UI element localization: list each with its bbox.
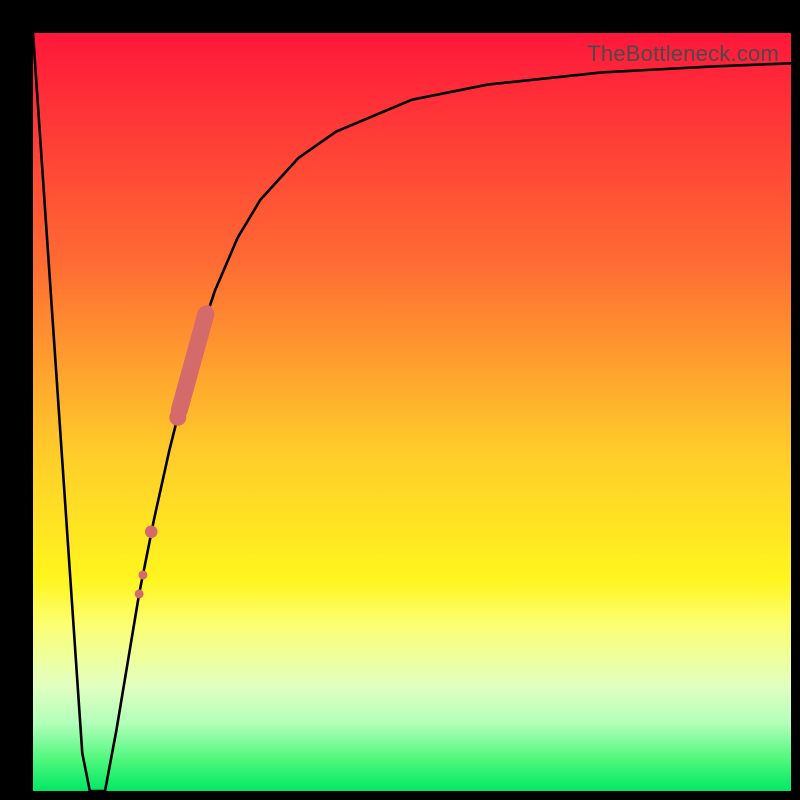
highlight-segment bbox=[179, 314, 206, 410]
attribution-label: TheBottleneck.com bbox=[587, 41, 779, 67]
chart-frame: TheBottleneck.com bbox=[0, 0, 800, 800]
highlight-point bbox=[169, 409, 186, 426]
highlight-point bbox=[203, 305, 213, 315]
curve-layer bbox=[33, 33, 791, 791]
highlight-point bbox=[135, 589, 144, 598]
plot-area: TheBottleneck.com bbox=[33, 33, 791, 791]
bottleneck-curve bbox=[33, 33, 791, 791]
highlight-point bbox=[145, 525, 158, 538]
highlight-point bbox=[138, 570, 147, 579]
